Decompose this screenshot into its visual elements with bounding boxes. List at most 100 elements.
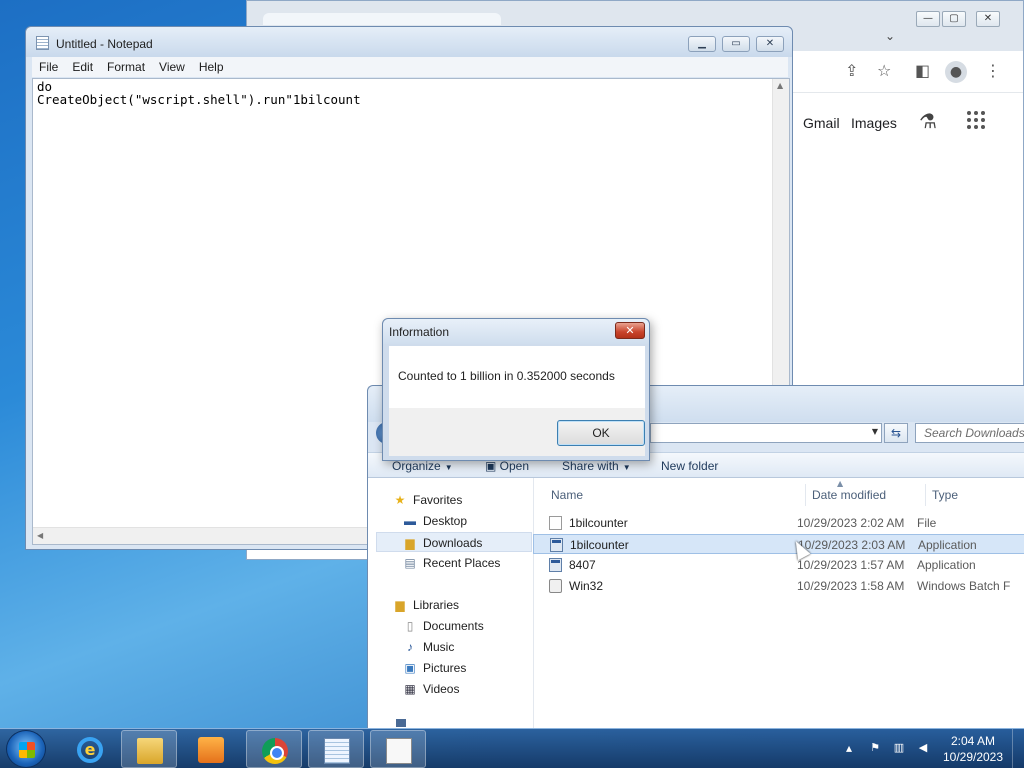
nav-label: Downloads: [423, 536, 483, 550]
dialog-message: Counted to 1 billion in 0.352000 seconds: [398, 369, 615, 383]
file-name: 1bilcounter: [570, 538, 629, 552]
documents-icon: ▯: [406, 619, 414, 633]
file-type: File: [917, 516, 937, 530]
menu-view[interactable]: View: [152, 60, 192, 74]
media-player-icon: [198, 737, 224, 763]
file-date: 10/29/2023 1:58 AM: [797, 579, 905, 593]
dialog-title: Information: [389, 325, 450, 339]
editor-content[interactable]: do CreateObject("wscript.shell").run"1bi…: [37, 80, 361, 106]
column-divider[interactable]: [805, 484, 806, 506]
volume-icon[interactable]: ◀: [916, 741, 930, 755]
taskbar-windows-explorer[interactable]: [121, 730, 177, 768]
ok-button[interactable]: OK: [557, 420, 645, 446]
nav-libraries[interactable]: ▆ Libraries: [392, 595, 459, 615]
scroll-left-icon[interactable]: ◀: [37, 531, 43, 540]
network-icon[interactable]: ▥: [892, 741, 906, 755]
taskbar-notepad[interactable]: [308, 730, 364, 768]
labs-icon[interactable]: ⚗: [919, 109, 937, 133]
taskbar-internet-explorer[interactable]: e: [62, 730, 118, 768]
desktop-icon: ▬: [404, 514, 416, 528]
profile-icon[interactable]: ●: [945, 61, 967, 83]
close-button[interactable]: ✕: [756, 36, 784, 52]
nav-videos[interactable]: ▦ Videos: [402, 679, 459, 699]
maximize-button[interactable]: ▭: [722, 36, 750, 52]
column-header-name[interactable]: Name: [551, 488, 583, 502]
file-type: Windows Batch F: [917, 579, 1011, 593]
new-folder-button[interactable]: New folder: [661, 459, 718, 473]
chrome-icon: [262, 738, 288, 764]
information-dialog: Information ✕ Counted to 1 billion in 0.…: [382, 318, 650, 461]
organize-label: Organize: [392, 459, 441, 473]
notepad-icon: [36, 36, 49, 50]
videos-icon: ▦: [404, 682, 416, 696]
sort-caret-icon: ▲: [837, 479, 844, 488]
menu-icon[interactable]: ⋮: [985, 63, 1001, 79]
libraries-icon: ▆: [395, 598, 405, 612]
start-button[interactable]: [6, 730, 46, 768]
file-row[interactable]: 8407 10/29/2023 1:57 AM Application: [547, 555, 1024, 575]
refresh-button[interactable]: ⇆: [884, 423, 908, 443]
nav-favorites[interactable]: ★ Favorites: [392, 490, 463, 510]
menu-file[interactable]: File: [32, 60, 65, 74]
recent-places-icon: ▤: [404, 556, 416, 570]
star-icon[interactable]: ☆: [877, 63, 891, 79]
nav-label: Documents: [423, 619, 484, 633]
menu-edit[interactable]: Edit: [65, 60, 100, 74]
organize-button[interactable]: Organize ▼: [392, 459, 453, 473]
folder-icon: [137, 738, 163, 764]
flag-icon[interactable]: ⚑: [868, 741, 882, 755]
taskbar-chrome[interactable]: [246, 730, 302, 768]
chevron-down-icon[interactable]: ⌄: [885, 29, 895, 43]
share-icon[interactable]: ⇪: [845, 63, 858, 79]
show-desktop-button[interactable]: [1012, 729, 1024, 768]
chrome-close-button[interactable]: ✕: [976, 11, 1000, 27]
taskbar-document[interactable]: [370, 730, 426, 768]
apps-icon[interactable]: [967, 111, 985, 129]
close-button[interactable]: ✕: [615, 322, 645, 339]
file-row[interactable]: Win32 10/29/2023 1:58 AM Windows Batch F: [547, 576, 1024, 596]
application-icon: [549, 558, 562, 572]
menu-format[interactable]: Format: [100, 60, 152, 74]
nav-pictures[interactable]: ▣ Pictures: [402, 658, 466, 678]
star-icon: ★: [394, 493, 406, 507]
close-icon: ✕: [625, 324, 635, 337]
file-name: Win32: [569, 579, 604, 593]
file-row[interactable]: 1bilcounter 10/29/2023 2:02 AM File: [547, 513, 1024, 533]
search-input[interactable]: Search Downloads: [915, 423, 1024, 443]
nav-recent-places[interactable]: ▤ Recent Places: [402, 553, 500, 573]
notepad-titlebar[interactable]: Untitled - Notepad ▁ ▭ ✕: [26, 27, 792, 57]
clock-date: 10/29/2023: [942, 750, 1004, 764]
scroll-up-icon[interactable]: ▲: [777, 81, 783, 90]
file-row-selected[interactable]: 1bilcounter 10/29/2023 2:03 AM Applicati…: [533, 534, 1024, 554]
chrome-tab[interactable]: [263, 13, 501, 25]
nav-documents[interactable]: ▯ Documents: [402, 616, 484, 636]
open-button[interactable]: ▣ Open: [485, 459, 529, 473]
computer-icon: [396, 719, 406, 727]
file-date: 10/29/2023 1:57 AM: [797, 558, 905, 572]
share-with-button[interactable]: Share with ▼: [562, 459, 631, 473]
menu-help[interactable]: Help: [192, 60, 231, 74]
clock[interactable]: 2:04 AM 10/29/2023: [940, 733, 1006, 765]
gmail-link[interactable]: Gmail: [803, 115, 840, 131]
column-divider[interactable]: [925, 484, 926, 506]
document-icon: [386, 738, 412, 764]
nav-downloads[interactable]: ▆ Downloads: [376, 532, 532, 552]
column-header-date[interactable]: Date modified: [812, 488, 886, 502]
dialog-footer: OK: [389, 408, 645, 456]
nav-desktop[interactable]: ▬ Desktop: [402, 511, 467, 531]
taskbar-media-player[interactable]: [183, 730, 239, 768]
dialog-titlebar[interactable]: Information ✕: [383, 319, 649, 344]
minimize-button[interactable]: ▁: [688, 36, 716, 52]
explorer-content: ★ Favorites ▬ Desktop ▆ Downloads ▤ Recent P…: [368, 478, 1024, 729]
chevron-down-icon[interactable]: ▼: [872, 427, 878, 436]
column-header-type[interactable]: Type: [932, 488, 958, 502]
images-link[interactable]: Images: [851, 115, 897, 131]
chrome-maximize-button[interactable]: ▢: [942, 11, 966, 27]
file-type: Application: [918, 538, 977, 552]
sidepanel-icon[interactable]: ◧: [915, 63, 930, 79]
nav-music[interactable]: ♪ Music: [402, 637, 454, 657]
tray-expand-icon[interactable]: ▴: [846, 741, 852, 755]
nav-label: Libraries: [413, 598, 460, 612]
address-bar[interactable]: ▼: [650, 423, 882, 443]
chrome-minimize-button[interactable]: —: [916, 11, 940, 27]
